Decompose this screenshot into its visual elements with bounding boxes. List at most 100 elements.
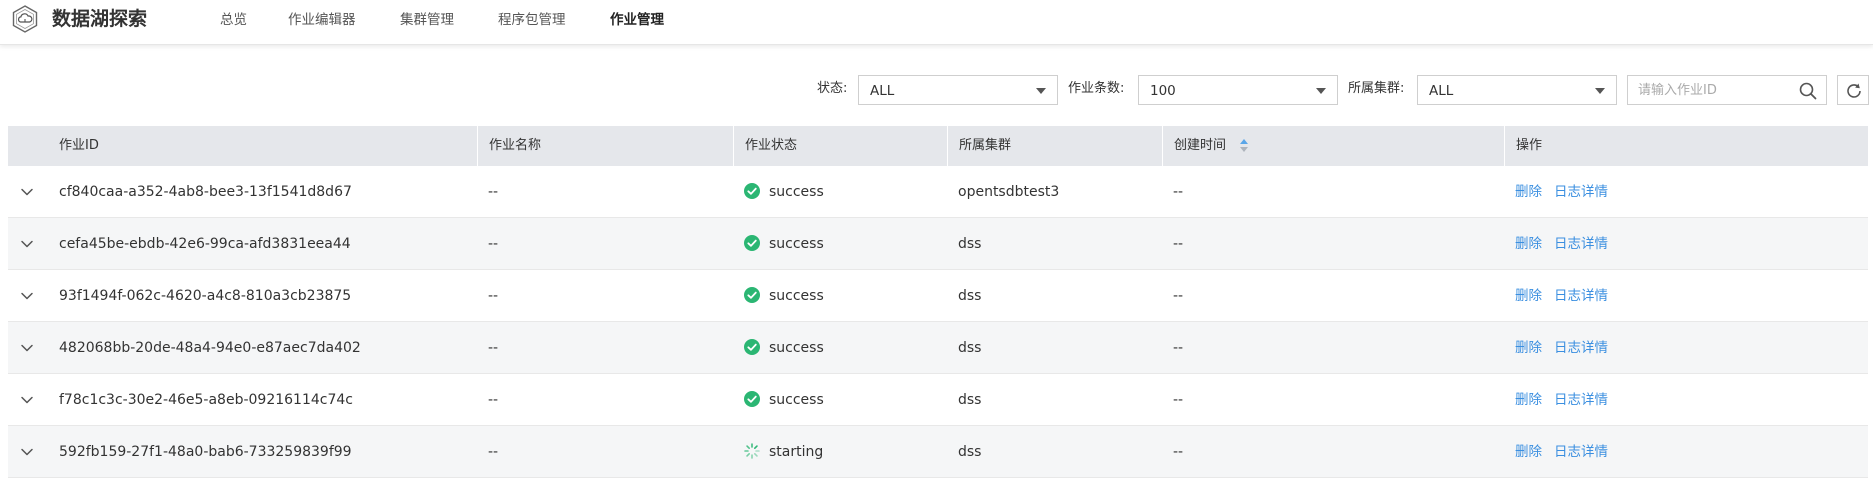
job-id-cell: cefa45be-ebdb-42e6-99ca-afd3831eea44: [59, 236, 351, 252]
job-status-text: success: [769, 288, 824, 304]
job-name-cell: --: [488, 340, 499, 356]
table-row: cf840caa-a352-4ab8-bee3-13f1541d8d67 -- su…: [8, 166, 1868, 218]
top-navigation-bar: 数据湖探索 总览 作业编辑器 集群管理 程序包管理 作业管理: [0, 0, 1873, 45]
actions-cell: 删除 日志详情: [1515, 166, 1620, 218]
table-row: 482068bb-20de-48a4-94e0-e87aec7da402 -- su…: [8, 322, 1868, 374]
delete-link[interactable]: 删除: [1515, 340, 1542, 356]
success-check-icon: [744, 287, 760, 303]
cluster-cell: dss: [958, 444, 982, 460]
jobs-table: 作业ID 作业名称 作业状态 所属集群 创建时间 操作 cf840caa-a35…: [8, 126, 1868, 478]
success-check-icon: [744, 391, 760, 407]
chevron-down-icon: [1595, 88, 1605, 94]
created-time-cell: --: [1173, 288, 1184, 304]
cluster-cell: dss: [958, 236, 982, 252]
job-id-cell: 592fb159-27f1-48a0-bab6-733259839f99: [59, 444, 352, 460]
log-details-link[interactable]: 日志详情: [1554, 288, 1608, 304]
job-name-cell: --: [488, 184, 499, 200]
app-title: 数据湖探索: [52, 8, 148, 30]
job-status-text: starting: [769, 444, 824, 460]
actions-cell: 删除 日志详情: [1515, 374, 1620, 426]
column-header-actions: 操作: [1504, 126, 1868, 166]
job-name-cell: --: [488, 444, 499, 460]
delete-link[interactable]: 删除: [1515, 288, 1542, 304]
chevron-down-icon: [1036, 88, 1046, 94]
job-status-cell: success: [744, 270, 824, 322]
chevron-down-icon[interactable]: [20, 237, 34, 251]
table-row: 592fb159-27f1-48a0-bab6-733259839f99 -- st…: [8, 426, 1868, 478]
job-id-search-input[interactable]: [1627, 75, 1827, 105]
nav-item-job-editor[interactable]: 作业编辑器: [288, 10, 356, 30]
status-select-value: ALL: [870, 83, 895, 99]
chevron-down-icon[interactable]: [20, 185, 34, 199]
created-time-cell: --: [1173, 444, 1184, 460]
refresh-button[interactable]: [1837, 75, 1869, 105]
log-details-link[interactable]: 日志详情: [1554, 340, 1608, 356]
chevron-down-icon[interactable]: [20, 445, 34, 459]
nav-item-cluster-management[interactable]: 集群管理: [400, 10, 454, 30]
job-id-cell: 482068bb-20de-48a4-94e0-e87aec7da402: [59, 340, 361, 356]
cluster-filter-label: 所属集群:: [1348, 81, 1405, 96]
job-id-cell: f78c1c3c-30e2-46e5-a8eb-09216114c74c: [59, 392, 353, 408]
chevron-down-icon[interactable]: [20, 289, 34, 303]
table-body: cf840caa-a352-4ab8-bee3-13f1541d8d67 -- su…: [8, 166, 1868, 478]
success-check-icon: [744, 235, 760, 251]
log-details-link[interactable]: 日志详情: [1554, 184, 1608, 200]
column-header-job-name: 作业名称: [477, 126, 733, 166]
chevron-down-icon[interactable]: [20, 393, 34, 407]
delete-link[interactable]: 删除: [1515, 184, 1542, 200]
cluster-cell: opentsdbtest3: [958, 184, 1060, 200]
job-name-cell: --: [488, 236, 499, 252]
cluster-cell: dss: [958, 340, 982, 356]
cluster-cell: dss: [958, 288, 982, 304]
success-check-icon: [744, 183, 760, 199]
job-count-select[interactable]: 100: [1138, 75, 1338, 105]
cluster-cell: dss: [958, 392, 982, 408]
table-row: cefa45be-ebdb-42e6-99ca-afd3831eea44 -- su…: [8, 218, 1868, 270]
cluster-select[interactable]: ALL: [1417, 75, 1617, 105]
column-header-cluster: 所属集群: [947, 126, 1162, 166]
delete-link[interactable]: 删除: [1515, 392, 1542, 408]
loading-spinner-icon: [744, 443, 760, 459]
created-time-cell: --: [1173, 236, 1184, 252]
table-row: 93f1494f-062c-4620-a4c8-810a3cb23875 -- su…: [8, 270, 1868, 322]
column-header-job-id: 作业ID: [59, 138, 99, 153]
chevron-down-icon[interactable]: [20, 341, 34, 355]
sort-icon[interactable]: [1240, 138, 1249, 153]
table-row: f78c1c3c-30e2-46e5-a8eb-09216114c74c -- su…: [8, 374, 1868, 426]
job-count-select-value: 100: [1150, 83, 1176, 99]
job-status-cell: success: [744, 166, 824, 218]
delete-link[interactable]: 删除: [1515, 444, 1542, 460]
actions-cell: 删除 日志详情: [1515, 322, 1620, 374]
status-select[interactable]: ALL: [858, 75, 1058, 105]
log-details-link[interactable]: 日志详情: [1554, 236, 1608, 252]
cloud-hexagon-icon: [12, 5, 38, 33]
log-details-link[interactable]: 日志详情: [1554, 444, 1608, 460]
job-status-cell: success: [744, 374, 824, 426]
job-status-text: success: [769, 392, 824, 408]
job-status-cell: success: [744, 322, 824, 374]
nav-item-job-management[interactable]: 作业管理: [610, 10, 664, 30]
log-details-link[interactable]: 日志详情: [1554, 392, 1608, 408]
column-header-created-time[interactable]: 创建时间: [1162, 126, 1504, 166]
job-status-cell: starting: [744, 426, 823, 478]
actions-cell: 删除 日志详情: [1515, 270, 1620, 322]
created-time-cell: --: [1173, 340, 1184, 356]
job-name-cell: --: [488, 288, 499, 304]
job-id-cell: cf840caa-a352-4ab8-bee3-13f1541d8d67: [59, 184, 352, 200]
nav-item-overview[interactable]: 总览: [220, 10, 247, 30]
job-status-text: success: [769, 340, 824, 356]
search-icon[interactable]: [1799, 82, 1817, 100]
created-time-label: 创建时间: [1174, 138, 1227, 153]
column-header-job-status: 作业状态: [733, 126, 947, 166]
job-status-cell: success: [744, 218, 824, 270]
actions-cell: 删除 日志详情: [1515, 426, 1620, 478]
job-status-text: success: [769, 184, 824, 200]
success-check-icon: [744, 339, 760, 355]
table-header: 作业ID 作业名称 作业状态 所属集群 创建时间 操作: [8, 126, 1868, 166]
chevron-down-icon: [1316, 88, 1326, 94]
nav-item-package-management[interactable]: 程序包管理: [498, 10, 566, 30]
delete-link[interactable]: 删除: [1515, 236, 1542, 252]
created-time-cell: --: [1173, 392, 1184, 408]
status-filter-label: 状态:: [817, 81, 848, 96]
cluster-select-value: ALL: [1429, 83, 1454, 99]
